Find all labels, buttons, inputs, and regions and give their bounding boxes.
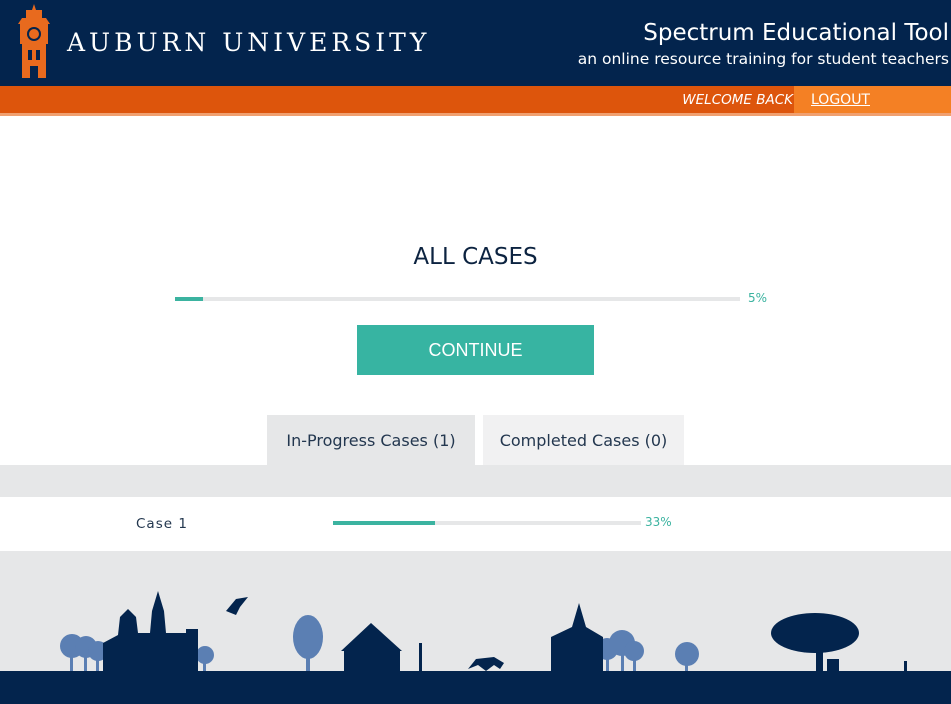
overall-progress-label: 5%	[748, 291, 768, 305]
tab-completed-cases[interactable]: Completed Cases (0)	[483, 415, 684, 465]
user-bar-divider	[0, 113, 951, 116]
case-progress-fill	[333, 521, 435, 525]
tab-content-header	[0, 465, 951, 497]
app-title: Spectrum Educational Tool	[643, 20, 949, 46]
welcome-text: WELCOME BACK	[682, 92, 793, 108]
logout-area: LOGOUT	[794, 86, 951, 113]
case-progress-label: 33%	[645, 515, 672, 529]
site-header: AUBURN UNIVERSITY Spectrum Educational T…	[0, 0, 951, 86]
case-progress-bar	[333, 521, 641, 525]
overall-progress-bar	[175, 297, 740, 301]
logout-link[interactable]: LOGOUT	[811, 92, 870, 108]
university-brand[interactable]: AUBURN UNIVERSITY	[67, 28, 430, 57]
app-subtitle: an online resource training for student …	[577, 50, 949, 68]
campus-skyline-footer	[0, 551, 951, 704]
clock-tower-icon[interactable]	[12, 4, 56, 78]
campus-skyline-illustration	[0, 591, 951, 704]
case-name[interactable]: Case 1	[136, 516, 188, 532]
page-title: ALL CASES	[413, 244, 538, 270]
overall-progress-fill	[175, 297, 204, 301]
continue-button[interactable]: CONTINUE	[357, 325, 594, 375]
tab-in-progress-cases[interactable]: In-Progress Cases (1)	[267, 415, 475, 465]
